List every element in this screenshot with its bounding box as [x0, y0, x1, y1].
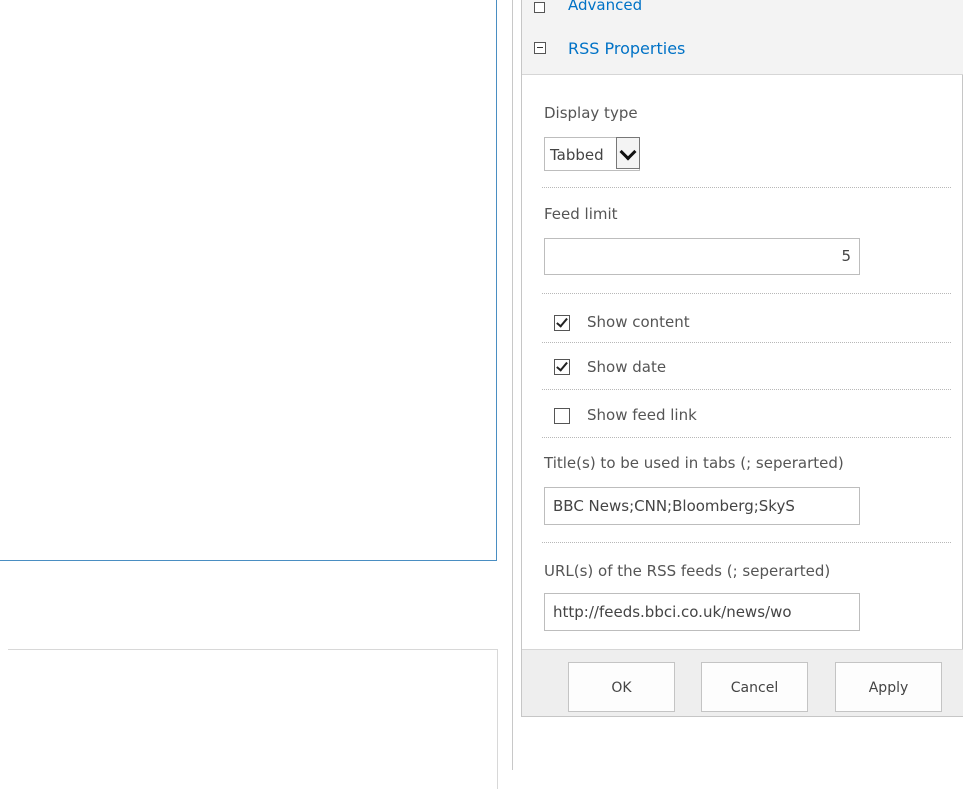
ok-button[interactable]: OK — [568, 662, 675, 712]
display-type-select[interactable]: Tabbed — [544, 137, 640, 171]
show-feed-link-label[interactable]: Show feed link — [587, 406, 697, 424]
collapse-icon[interactable] — [534, 42, 546, 54]
advanced-section-header[interactable]: Advanced — [522, 0, 963, 29]
show-feed-link-checkbox[interactable] — [554, 408, 570, 424]
web-part-tool-pane: Advanced RSS Properties Display type Tab… — [521, 0, 963, 717]
toolpane-footer: OK Cancel Apply — [522, 649, 963, 716]
section-title[interactable]: RSS Properties — [568, 39, 685, 58]
show-content-label[interactable]: Show content — [587, 313, 690, 331]
feed-limit-label: Feed limit — [544, 205, 618, 223]
urls-label: URL(s) of the RSS feeds (; seperarted) — [544, 562, 831, 580]
page-divider — [512, 0, 513, 770]
show-content-checkbox[interactable] — [554, 315, 570, 331]
divider — [542, 187, 951, 188]
divider — [542, 342, 951, 343]
advanced-section-label[interactable]: Advanced — [568, 0, 642, 14]
apply-button[interactable]: Apply — [835, 662, 942, 712]
expand-icon[interactable] — [534, 2, 545, 13]
divider — [542, 389, 951, 390]
show-date-label[interactable]: Show date — [587, 358, 666, 376]
divider — [542, 542, 951, 543]
divider — [542, 437, 951, 438]
show-date-checkbox[interactable] — [554, 359, 570, 375]
display-type-label: Display type — [544, 104, 638, 122]
webpart-zone-main — [0, 0, 497, 561]
webpart-zone-lower — [8, 649, 498, 789]
cancel-button[interactable]: Cancel — [701, 662, 808, 712]
feed-limit-input[interactable]: 5 — [544, 238, 860, 275]
rss-properties-section-header[interactable]: RSS Properties — [522, 28, 963, 75]
titles-input[interactable]: BBC News;CNN;Bloomberg;SkyS — [544, 487, 860, 525]
chevron-down-icon[interactable] — [616, 137, 640, 169]
urls-input[interactable]: http://feeds.bbci.co.uk/news/wo — [544, 593, 860, 631]
display-type-value: Tabbed — [550, 146, 604, 164]
divider — [542, 293, 951, 294]
titles-label: Title(s) to be used in tabs (; seperarte… — [544, 454, 844, 472]
